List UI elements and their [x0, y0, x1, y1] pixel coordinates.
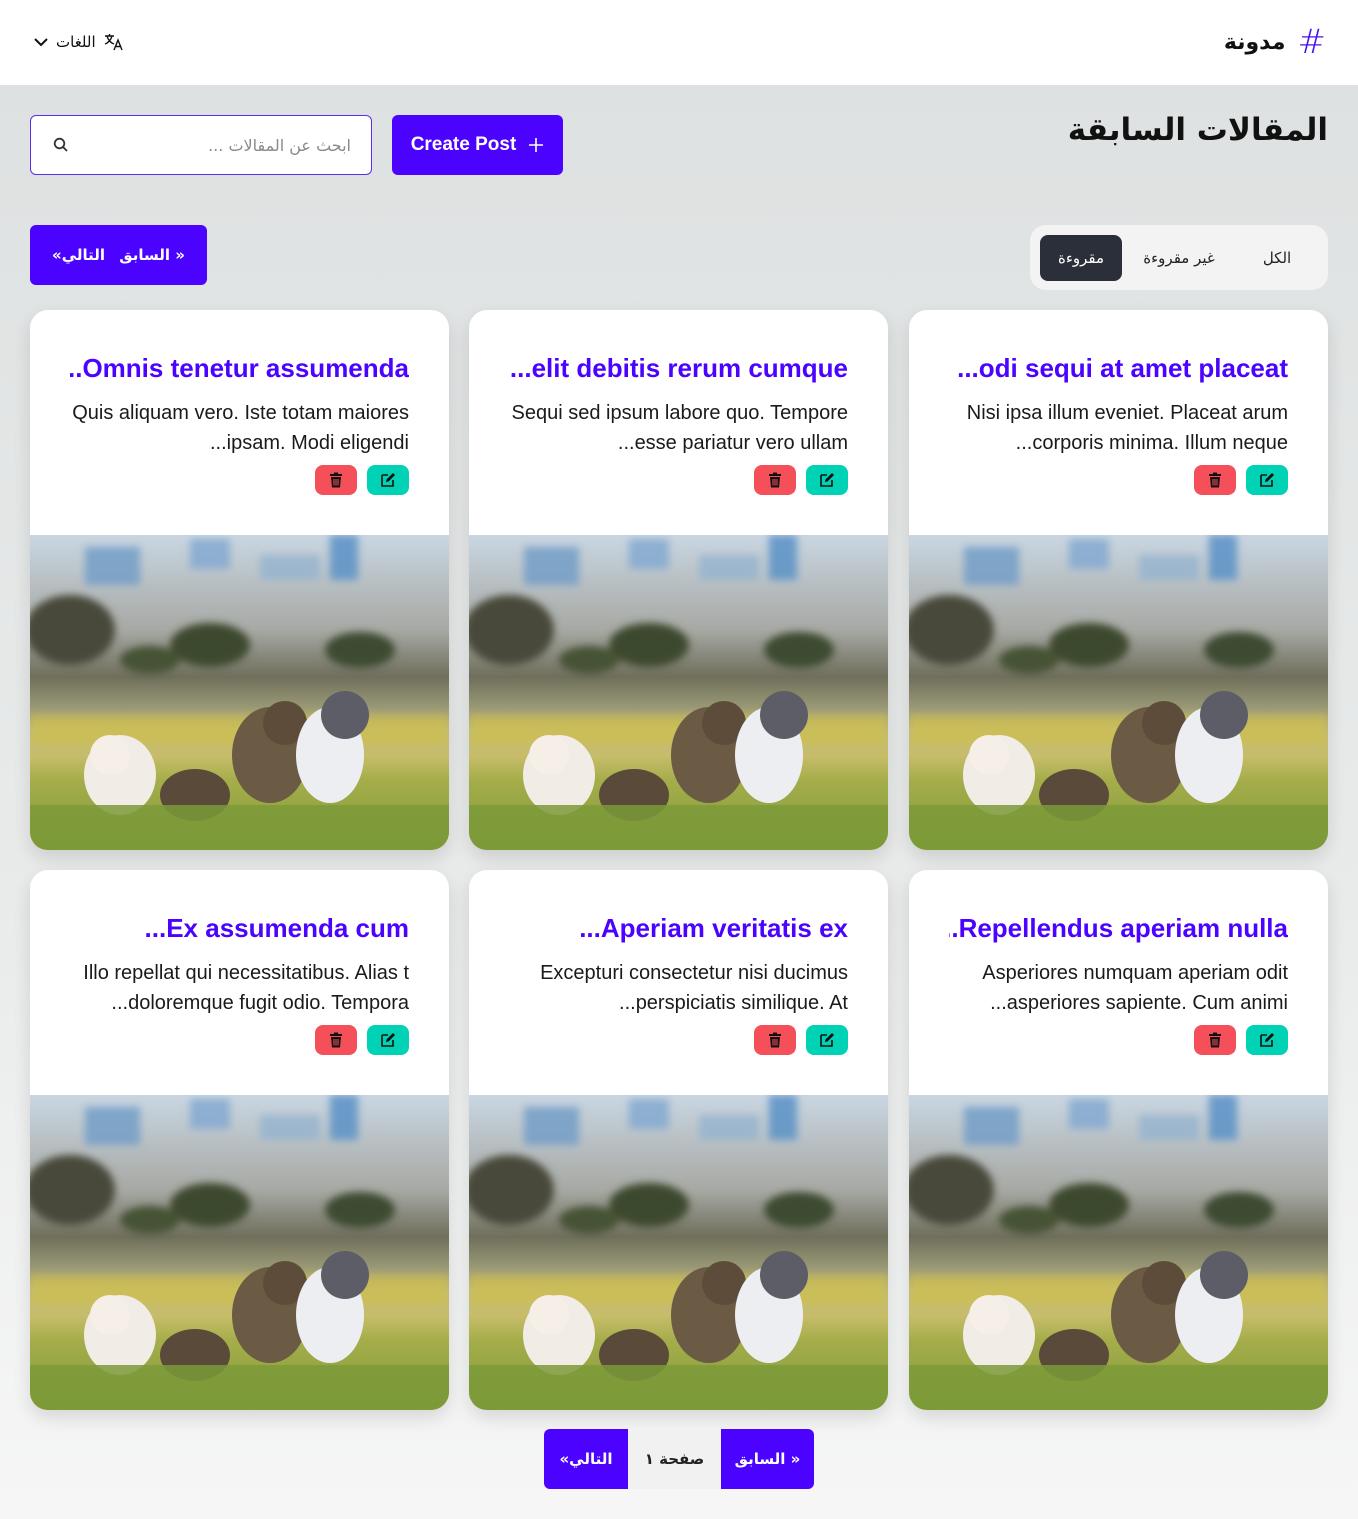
trash-icon	[330, 1032, 342, 1048]
edit-post-button[interactable]	[1246, 1025, 1288, 1055]
trash-icon	[1209, 1032, 1221, 1048]
edit-icon	[381, 1033, 395, 1047]
create-post-label: Create Post	[410, 134, 517, 155]
post-image	[469, 1095, 888, 1410]
post-card[interactable]: Omnis tenetur assumenda... Quis aliquam …	[30, 310, 449, 850]
post-card-body: Aperiam veritatis ex... Excepturi consec…	[469, 870, 888, 1095]
edit-post-button[interactable]	[367, 1025, 409, 1055]
plus-icon	[529, 138, 544, 152]
page-indicator: صفحة ١	[628, 1429, 721, 1489]
post-title[interactable]: Ex assumenda cum...	[70, 910, 409, 946]
post-excerpt: Sequi sed ipsum labore quo. Tempore esse…	[511, 402, 848, 454]
next-page-button[interactable]: التالي»	[52, 246, 105, 264]
post-card[interactable]: Repellendus aperiam nulla... Asperiores …	[909, 870, 1328, 1410]
post-actions	[754, 465, 848, 495]
post-image	[909, 1095, 1328, 1410]
post-title[interactable]: Omnis tenetur assumenda...	[70, 350, 409, 386]
delete-post-button[interactable]	[1194, 465, 1236, 495]
post-card-body: elit debitis rerum cumque... Sequi sed i…	[469, 310, 888, 535]
post-title[interactable]: odi sequi at amet placeat...	[949, 350, 1288, 386]
edit-post-button[interactable]	[806, 1025, 848, 1055]
filter-tab-unread[interactable]: غير مقروءة	[1122, 235, 1236, 281]
post-image	[469, 535, 888, 850]
post-actions	[315, 1025, 409, 1055]
read-filter-group: الكل غير مقروءة مقروءة	[1030, 225, 1328, 290]
post-actions	[1194, 465, 1288, 495]
post-title[interactable]: elit debitis rerum cumque...	[509, 350, 848, 386]
search-input[interactable]	[69, 135, 351, 155]
edit-icon	[820, 473, 834, 487]
delete-post-button[interactable]	[315, 465, 357, 495]
post-card-body: Ex assumenda cum... Illo repellat qui ne…	[30, 870, 449, 1095]
post-title[interactable]: Repellendus aperiam nulla...	[949, 910, 1288, 946]
edit-icon	[820, 1033, 834, 1047]
brand[interactable]: # مدونة	[1224, 24, 1326, 60]
brand-name: مدونة	[1223, 29, 1286, 55]
pager-top: « السابق التالي»	[30, 225, 207, 285]
chevron-down-icon	[34, 38, 48, 47]
search-icon[interactable]	[53, 137, 69, 153]
post-card-body: Repellendus aperiam nulla... Asperiores …	[909, 870, 1328, 1095]
post-excerpt: Asperiores numquam aperiam odit asperior…	[982, 962, 1288, 1014]
edit-post-button[interactable]	[806, 465, 848, 495]
bottom-prev-button[interactable]: « السابق	[721, 1429, 814, 1489]
post-card[interactable]: odi sequi at amet placeat... Nisi ipsa i…	[909, 310, 1328, 850]
trash-icon	[330, 472, 342, 488]
edit-icon	[381, 473, 395, 487]
edit-icon	[1260, 1033, 1274, 1047]
edit-icon	[1260, 473, 1274, 487]
post-actions	[1194, 1025, 1288, 1055]
prev-page-button[interactable]: « السابق	[119, 246, 185, 264]
post-card-body: Omnis tenetur assumenda... Quis aliquam …	[30, 310, 449, 535]
filter-tab-read[interactable]: مقروءة	[1040, 234, 1122, 281]
delete-post-button[interactable]	[315, 1025, 357, 1055]
translate-icon	[104, 34, 123, 51]
trash-icon	[769, 472, 781, 488]
post-image	[30, 535, 449, 850]
edit-post-button[interactable]	[1246, 465, 1288, 495]
delete-post-button[interactable]	[754, 465, 796, 495]
page-title: المقالات السابقة	[1067, 112, 1328, 148]
post-card[interactable]: elit debitis rerum cumque... Sequi sed i…	[469, 310, 888, 850]
edit-post-button[interactable]	[367, 465, 409, 495]
post-title[interactable]: Aperiam veritatis ex...	[509, 910, 848, 946]
delete-post-button[interactable]	[754, 1025, 796, 1055]
language-dropdown[interactable]: اللغات	[34, 30, 124, 54]
post-excerpt: Quis aliquam vero. Iste totam maiores ip…	[72, 402, 409, 454]
bottom-next-button[interactable]: التالي»	[544, 1429, 628, 1489]
delete-post-button[interactable]	[1194, 1025, 1236, 1055]
post-excerpt: Illo repellat qui necessitatibus. Alias …	[83, 962, 409, 1014]
create-post-button[interactable]: Create Post	[392, 115, 563, 175]
post-actions	[315, 465, 409, 495]
filter-tab-all[interactable]: الكل	[1236, 235, 1318, 281]
post-card[interactable]: Aperiam veritatis ex... Excepturi consec…	[469, 870, 888, 1410]
post-actions	[754, 1025, 848, 1055]
post-card[interactable]: Ex assumenda cum... Illo repellat qui ne…	[30, 870, 449, 1410]
post-image	[30, 1095, 449, 1410]
trash-icon	[1209, 472, 1221, 488]
post-card-body: odi sequi at amet placeat... Nisi ipsa i…	[909, 310, 1328, 535]
post-image	[909, 535, 1328, 850]
navbar: # مدونة اللغات	[0, 0, 1358, 85]
hash-icon: #	[1297, 22, 1327, 62]
search-box	[30, 115, 372, 175]
language-label: اللغات	[56, 33, 96, 51]
post-excerpt: Nisi ipsa illum eveniet. Placeat arum co…	[966, 402, 1288, 454]
post-excerpt: Excepturi consectetur nisi ducimus persp…	[540, 962, 848, 1014]
trash-icon	[769, 1032, 781, 1048]
pager-bottom: « السابق صفحة ١ التالي»	[544, 1429, 814, 1489]
